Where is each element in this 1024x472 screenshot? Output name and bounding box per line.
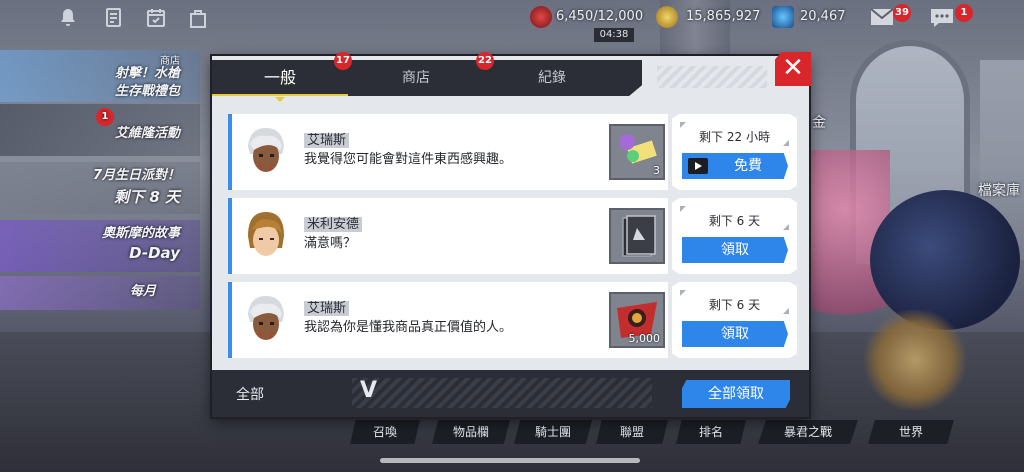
top-bar: 6,450/12,000 04:38 15,865,927 20,467 39 … [0,0,1024,42]
message-text: 我覺得您可能會對這件東西感興趣。 [304,152,513,167]
message-row: 米利安德 滿意嗎？ 剩下 6 天 領取 [228,198,797,274]
sender-name: 艾瑞斯 [304,301,350,316]
tab-caret [275,97,285,102]
event-panels: 商店 射擊！水槍 生存戰禮包 1 艾維隆活動 7月生日派對！ 剩下 8 天 奧斯… [0,50,200,310]
event-panel-monthly[interactable]: 每月 [0,276,200,310]
remaining-time: 剩下 6 天 [708,298,761,312]
chat-icon[interactable] [928,6,956,34]
menu-world[interactable]: 世界 [868,420,954,444]
mail-icon[interactable] [868,6,896,34]
close-button[interactable]: ✕ [775,52,811,86]
calendar-icon[interactable] [142,6,170,34]
video-icon [688,158,708,174]
stamina-icon [530,6,552,28]
watch-video-button[interactable]: 免費 [682,153,788,179]
event-panel-birthday[interactable]: 7月生日派對！ 剩下 8 天 [0,162,200,214]
avatar [240,208,292,264]
sword-emblem[interactable] [860,310,970,410]
claim-button[interactable]: 領取 [682,237,788,263]
mailbox-dialog: 一般 商店 紀錄 17 22 ✕ 艾瑞斯 我覺得您可能會對這件東西感興趣。 3 … [212,52,811,417]
gold-icon [656,6,678,28]
task-list-icon[interactable] [100,6,128,34]
message-text: 我認為你是懂我商品真正價值的人。 [304,320,513,335]
shop-bag-icon[interactable] [184,6,212,34]
event-panel-shop-line1: 射擊！水槍 [114,66,180,81]
bg-archive-label[interactable]: 檔案庫 [978,180,1020,200]
remaining-time: 剩下 6 天 [708,214,761,228]
event-panel-shop[interactable]: 商店 射擊！水槍 生存戰禮包 [0,50,200,102]
tab-general[interactable]: 一般 [212,60,348,96]
event-panel-aveon[interactable]: 1 艾維隆活動 [0,104,200,156]
chat-badge: 1 [955,4,973,22]
dialog-footer: 全部 V 全部領取 [212,370,809,417]
sender-name: 艾瑞斯 [304,133,350,148]
reward-item[interactable] [609,208,665,264]
reward-quantity: 5,000 [628,332,661,345]
footer-decoration [352,378,652,408]
menu-alliance[interactable]: 聯盟 [596,420,668,444]
bell-icon[interactable] [54,6,82,34]
chevron-down-icon[interactable]: V [360,380,377,402]
message-card: 艾瑞斯 我認為你是懂我商品真正價值的人。 5,000 [228,282,668,358]
event-panel-shop-title: 商店 [160,56,180,67]
watch-video-label: 免費 [734,158,762,174]
event-panel-birthday-remaining: 剩下 8 天 [114,188,180,206]
menu-ranking[interactable]: 排名 [676,420,746,444]
tab-records[interactable]: 紀錄 [484,60,620,96]
gold-value: 15,865,927 [686,9,761,24]
message-card: 米利安德 滿意嗎？ [228,198,668,274]
menu-inventory[interactable]: 物品欄 [432,420,510,444]
event-panel-osmo-title: 奧斯摩的故事 [101,226,180,241]
tab-shop[interactable]: 商店 [348,60,484,96]
menu-summon[interactable]: 召喚 [350,420,420,444]
stamina-value: 6,450/12,000 [556,9,644,24]
bg-orb [870,190,1020,330]
tab-bar: 一般 商店 紀錄 [212,60,642,96]
menu-knights[interactable]: 騎士團 [514,420,592,444]
avatar [240,124,292,180]
message-action-panel: 剩下 22 小時 免費 [672,114,797,190]
menu-tyrant-war[interactable]: 暴君之戰 [758,420,858,444]
gem-icon [772,6,794,28]
tab-shop-badge: 22 [476,52,494,70]
event-panel-monthly-title: 每月 [129,284,156,299]
message-card: 艾瑞斯 我覺得您可能會對這件東西感興趣。 3 [228,114,668,190]
claim-button[interactable]: 領取 [682,321,788,347]
gem-value: 20,467 [800,9,846,24]
reward-item[interactable]: 5,000 [609,292,665,348]
event-panel-birthday-title: 7月生日派對！ [92,168,180,183]
filter-dropdown-label[interactable]: 全部 [236,384,264,404]
remaining-time: 剩下 22 小時 [699,130,770,144]
avatar [240,292,292,348]
event-panel-aveon-title: 艾維隆活動 [114,126,180,141]
tab-general-badge: 17 [334,52,352,70]
bg-gold-label: 金 [812,115,826,131]
message-row: 艾瑞斯 我覺得您可能會對這件東西感興趣。 3 剩下 22 小時 免費 [228,114,797,190]
event-panel-osmo[interactable]: 奧斯摩的故事 D-Day [0,220,200,272]
card-pack-icon [622,215,656,257]
event-panel-shop-line2: 生存戰禮包 [114,84,180,99]
reward-item[interactable]: 3 [609,124,665,180]
message-text: 滿意嗎？ [304,236,357,251]
claim-all-button[interactable]: 全部領取 [682,380,790,408]
message-action-panel: 剩下 6 天 領取 [672,282,797,358]
home-indicator[interactable] [380,458,640,463]
message-action-panel: 剩下 6 天 領取 [672,198,797,274]
event-panel-aveon-badge: 1 [96,108,114,126]
reward-quantity: 3 [653,164,660,177]
stamina-timer: 04:38 [594,28,634,42]
event-panel-osmo-dday: D-Day [129,244,180,262]
sender-name: 米利安德 [304,217,363,232]
mail-badge: 39 [893,4,911,22]
message-row: 艾瑞斯 我認為你是懂我商品真正價值的人。 5,000 剩下 6 天 領取 [228,282,797,358]
modal-header-decoration [657,66,767,88]
